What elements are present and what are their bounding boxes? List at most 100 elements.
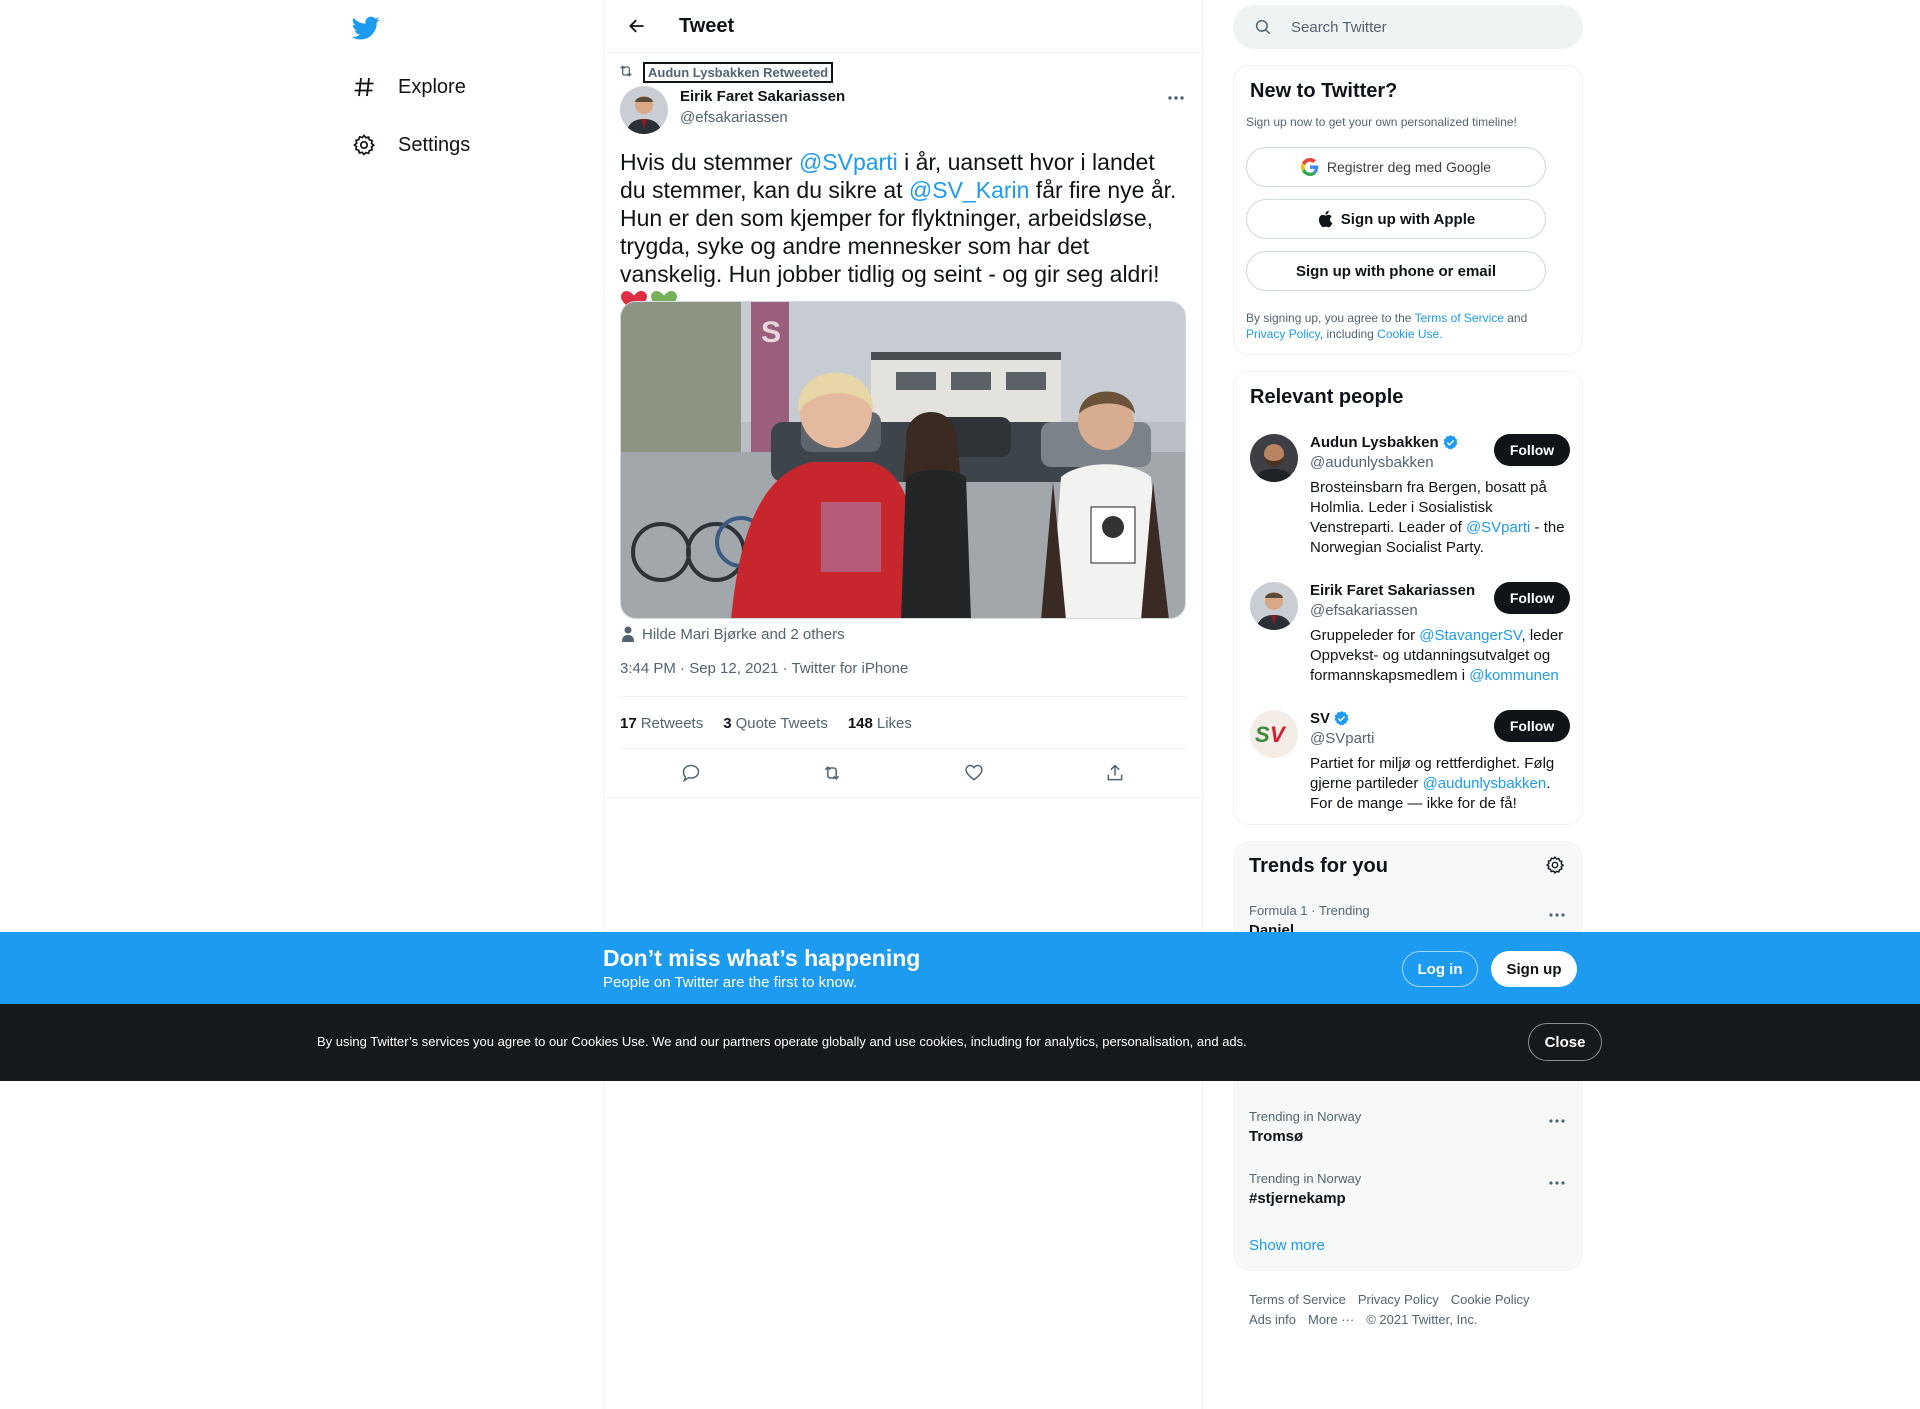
signup-banner [0,932,1920,1004]
search-icon [1253,17,1273,37]
author-name[interactable]: Eirik Faret Sakariassen [680,88,845,105]
divider [620,696,1186,697]
trend-more-icon[interactable] [1545,1111,1569,1131]
trends-title: Trends for you [1249,855,1388,877]
likes-count[interactable]: 148 Likes [848,715,912,732]
mention-link[interactable]: @audunlysbakken [1423,775,1547,792]
likes-number: 148 [847,714,873,732]
svg-text:S: S [1255,722,1270,747]
svg-text:V: V [1270,722,1287,747]
show-more-link[interactable]: Show more [1249,1237,1325,1254]
google-signup-button[interactable]: Registrer deg med Google [1246,147,1546,187]
person-name[interactable]: Audun Lysbakken [1310,434,1459,451]
quotes-number: 3 [723,714,732,732]
tweet-actions [620,757,1186,789]
retweets-count[interactable]: 17 Retweets [620,715,703,732]
likes-label: Likes [876,714,912,732]
page-title: Tweet [679,14,735,37]
bio-text: Gruppeleder for [1310,627,1420,644]
person-name[interactable]: SV [1310,710,1350,727]
signup-banner-title: Don’t miss what’s happening [603,945,921,971]
trend-item[interactable]: Trending in Norway Tromsø [1249,1109,1569,1145]
signup-banner-subtitle: People on Twitter are the first to know. [603,974,858,991]
quotes-label: Quote Tweets [735,714,828,732]
privacy-link[interactable]: Privacy Policy [1246,327,1320,341]
person-bio: Gruppeleder for @StavangerSV, leder Oppv… [1310,626,1572,686]
retweet-icon[interactable] [815,756,849,790]
twitter-logo-icon[interactable] [351,14,380,42]
tagged-people[interactable]: Hilde Mari Bjørke and 2 others [622,624,845,644]
retweeted-by-link[interactable]: Audun Lysbakken Retweeted [642,61,834,83]
tweet-header: Tweet [603,0,1203,53]
signup-panel-title: New to Twitter? [1250,80,1398,102]
divider [620,748,1186,749]
mention-link[interactable]: @SV_Karin [909,177,1030,203]
google-signup-label: Registrer deg med Google [1326,159,1492,175]
footer-privacy-link[interactable]: Privacy Policy [1358,1290,1439,1310]
login-button[interactable]: Log in [1402,951,1478,987]
legal-text: , including [1319,327,1378,341]
trend-item[interactable]: Trending in Norway #stjernekamp [1249,1171,1569,1207]
person-handle[interactable]: @efsakariassen [1310,602,1418,619]
author-avatar[interactable] [620,86,668,134]
avatar[interactable] [1250,434,1298,482]
person-card[interactable]: Audun Lysbakken @audunlysbakken Follow B… [1250,434,1570,564]
person-card[interactable]: SV SV @SVparti Follow Partiet for miljø … [1250,710,1570,820]
share-icon[interactable] [1098,756,1132,790]
footer-cookie-link[interactable]: Cookie Policy [1451,1290,1530,1310]
mention-link[interactable]: @kommunen [1469,667,1558,684]
search-input[interactable] [1291,18,1561,36]
footer-copyright: © 2021 Twitter, Inc. [1366,1312,1478,1327]
tweet-photo[interactable]: S [620,301,1186,619]
back-arrow-icon[interactable] [621,10,653,42]
signup-button[interactable]: Sign up [1491,951,1577,987]
trend-more-icon[interactable] [1545,905,1569,925]
avatar[interactable] [1250,582,1298,630]
search-bar[interactable] [1233,5,1583,49]
retweet-context: Audun Lysbakken Retweeted [618,61,834,83]
tweet-timestamp[interactable]: 3:44 PM · Sep 12, 2021 · Twitter for iPh… [620,660,908,677]
nav-explore[interactable]: Explore [352,71,466,103]
legal-text: and [1503,311,1528,325]
trend-more-icon[interactable] [1545,1173,1569,1193]
follow-button[interactable]: Follow [1494,434,1570,466]
google-icon [1300,158,1319,176]
nav-settings[interactable]: Settings [352,129,470,161]
terms-link[interactable]: Terms of Service [1415,311,1504,325]
mention-link[interactable]: @SVparti [799,149,898,175]
apple-icon [1317,210,1333,228]
tweet-text-segment: Hvis du stemmer [620,149,799,175]
person-card[interactable]: Eirik Faret Sakariassen @efsakariassen F… [1250,582,1570,692]
apple-signup-button[interactable]: Sign up with Apple [1246,199,1546,239]
person-handle[interactable]: @audunlysbakken [1310,454,1434,471]
trend-name: #stjernekamp [1249,1190,1346,1207]
mention-link[interactable]: @SVparti [1466,519,1530,536]
cookie-close-button[interactable]: Close [1528,1023,1602,1061]
like-heart-icon[interactable] [957,756,991,790]
quote-tweets-count[interactable]: 3 Quote Tweets [723,715,828,732]
reply-icon[interactable] [674,756,708,790]
relevant-people-title: Relevant people [1250,386,1404,408]
person-name-text: Eirik Faret Sakariassen [1310,582,1476,599]
footer-terms-link[interactable]: Terms of Service [1249,1290,1346,1310]
cookie-use-link[interactable]: Cookie Use. [1377,327,1442,341]
nav-settings-label: Settings [398,133,471,156]
person-bio: Partiet for miljø og rettferdighet. Følg… [1310,754,1572,814]
person-name-text: Audun Lysbakken [1310,434,1439,451]
follow-button[interactable]: Follow [1494,582,1570,614]
follow-button[interactable]: Follow [1494,710,1570,742]
person-handle[interactable]: @SVparti [1310,730,1374,747]
tweet-more-icon[interactable] [1159,86,1193,110]
verified-badge-icon [1333,710,1350,727]
avatar[interactable]: SV [1250,710,1298,758]
footer-more-link[interactable]: More ··· [1308,1310,1354,1330]
footer-ads-link[interactable]: Ads info [1249,1310,1296,1330]
trends-settings-gear-icon[interactable] [1545,855,1567,877]
trend-context: Trending in Norway [1249,1109,1362,1124]
mention-link[interactable]: @StavangerSV [1419,627,1521,644]
phone-email-signup-button[interactable]: Sign up with phone or email [1246,251,1546,291]
person-name[interactable]: Eirik Faret Sakariassen [1310,582,1475,599]
author-handle[interactable]: @efsakariassen [680,109,788,126]
footer-links: Terms of Service Privacy Policy Cookie Pol… [1249,1290,1579,1330]
tweet-stats: 17 Retweets 3 Quote Tweets 148 Likes [620,711,932,735]
